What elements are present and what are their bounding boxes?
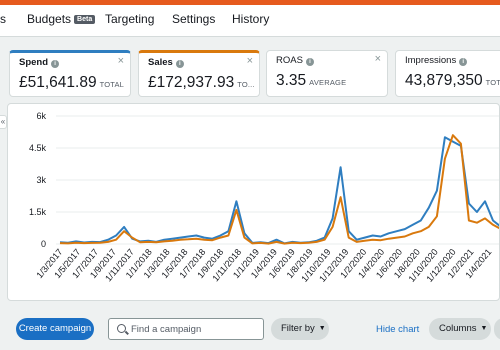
nav-item-budgets[interactable]: Budgets Beta bbox=[27, 12, 96, 26]
series-line-spend bbox=[59, 136, 499, 245]
hide-chart-link[interactable]: Hide chart bbox=[376, 324, 419, 335]
y-tick-label: 4.5k bbox=[29, 143, 47, 153]
top-navigation: s Budgets Beta Targeting Settings History bbox=[0, 5, 500, 37]
metric-value: 3.35 AVERAGE bbox=[276, 72, 347, 89]
metric-value: £172,937.93 TO... bbox=[148, 74, 255, 91]
columns-button[interactable]: Columns ▼ bbox=[429, 318, 491, 340]
chevron-down-icon: ▼ bbox=[318, 325, 326, 332]
search-input[interactable] bbox=[131, 319, 261, 339]
metric-title: Sales i bbox=[148, 57, 184, 68]
y-tick-label: 3k bbox=[36, 175, 46, 185]
search-icon bbox=[117, 324, 126, 333]
series-line-sales bbox=[59, 134, 499, 245]
info-icon[interactable]: i bbox=[305, 58, 314, 66]
more-options-button[interactable]: ▼ bbox=[494, 318, 500, 340]
y-tick-label: 1.5k bbox=[29, 207, 47, 217]
metric-title: Spend i bbox=[19, 57, 60, 68]
campaign-toolbar: Create campaign Filter by▼ Hide chart Co… bbox=[0, 310, 500, 350]
nav-item-settings[interactable]: Settings bbox=[172, 12, 215, 26]
chart-panel: 0 1.5k 3k 4.5k 6k 1/3/2017 1/5/2017 1/7/2017 1/9… bbox=[7, 103, 500, 301]
metric-card-spend[interactable]: Spend i × £51,641.89 TOTAL bbox=[9, 50, 131, 97]
info-icon[interactable]: i bbox=[175, 60, 184, 68]
metric-value: 43,879,350TOTAL bbox=[405, 72, 500, 89]
metric-title: Impressions i bbox=[405, 55, 468, 66]
beta-badge: Beta bbox=[74, 15, 96, 24]
info-icon[interactable]: i bbox=[459, 58, 468, 66]
metric-card-impressions[interactable]: Impressionsi × 43,879,350TOTAL bbox=[395, 50, 500, 97]
chevron-down-icon: ▼ bbox=[480, 325, 488, 332]
close-icon[interactable]: × bbox=[118, 55, 124, 67]
metric-card-sales[interactable]: Sales i × £172,937.93 TO... bbox=[138, 50, 260, 97]
nav-item-targeting[interactable]: Targeting bbox=[105, 12, 154, 26]
nav-item-history[interactable]: History bbox=[232, 12, 269, 26]
metric-value: £51,641.89 TOTAL bbox=[19, 74, 125, 91]
create-campaign-button[interactable]: Create campaign bbox=[16, 318, 94, 340]
y-tick-label: 6k bbox=[36, 111, 46, 121]
y-tick-label: 0 bbox=[41, 239, 46, 249]
close-icon[interactable]: × bbox=[375, 53, 381, 65]
collapse-chevron-icon[interactable]: « bbox=[0, 115, 7, 129]
close-icon[interactable]: × bbox=[247, 55, 253, 67]
filter-by-button[interactable]: Filter by ▼ bbox=[271, 318, 329, 340]
nav-item-campaigns[interactable]: s bbox=[0, 12, 6, 26]
metric-title: ROAS i bbox=[276, 55, 314, 66]
campaign-search[interactable] bbox=[108, 318, 264, 340]
metric-card-roas[interactable]: ROAS i × 3.35 AVERAGE bbox=[266, 50, 388, 97]
info-icon[interactable]: i bbox=[51, 60, 60, 68]
performance-chart: 01.5k3k4.5k6k1/3/20171/5/20171/7/20171/9… bbox=[29, 111, 499, 284]
